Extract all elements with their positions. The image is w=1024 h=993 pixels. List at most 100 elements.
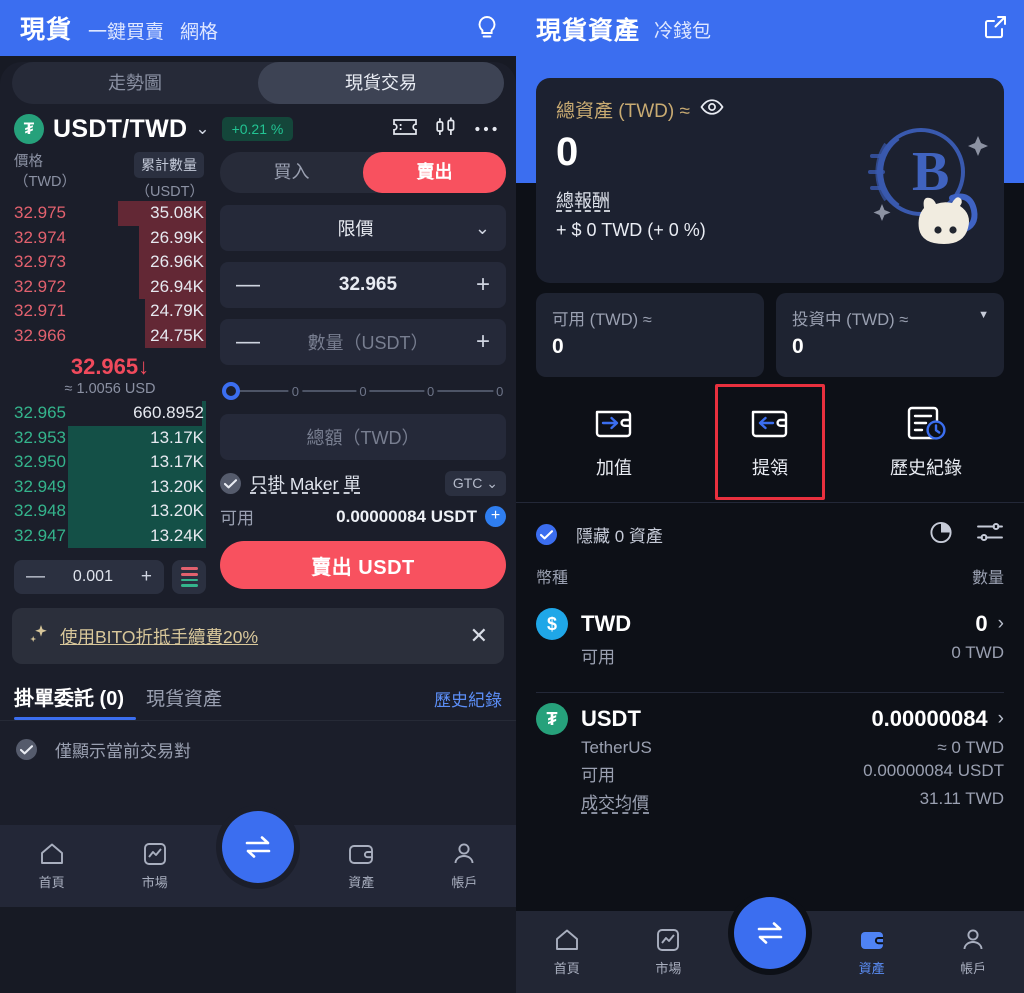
tif-value: GTC (452, 475, 483, 491)
external-link-icon[interactable] (982, 14, 1008, 45)
orderbook-bid-row[interactable]: 32.953 13.17K (14, 425, 206, 450)
orderbook-ask-row[interactable]: 32.975 35.08K (14, 201, 206, 226)
total-placeholder: 總額（TWD） (306, 428, 420, 448)
orderbook-bid-row[interactable]: 32.950 13.17K (14, 450, 206, 475)
orderbook-bid-row[interactable]: 32.947 13.24K (14, 523, 206, 548)
orderbook-ask-row[interactable]: 32.973 26.96K (14, 250, 206, 275)
action-withdraw[interactable]: 提領 (692, 403, 848, 480)
promo-text[interactable]: 使用BITO折抵手續費20% (60, 624, 258, 649)
action-deposit[interactable]: 加值 (536, 403, 692, 480)
chevron-right-icon[interactable]: › (998, 708, 1004, 730)
quantity-plus-button[interactable]: + (476, 330, 490, 354)
slider-tick-100[interactable]: 0 (493, 383, 507, 399)
nav-market[interactable]: 市場 (103, 841, 206, 891)
investing-balance-card[interactable]: 投資中 (TWD) ≈ 0 ▼ (776, 293, 1004, 377)
nav-assets[interactable]: 資產 (821, 928, 923, 977)
slider-tick-25[interactable]: 0 (288, 383, 302, 399)
tab-spot-assets[interactable]: 現貨資產 (146, 684, 222, 720)
orderbook-layout-icon[interactable] (172, 560, 206, 594)
eye-icon[interactable] (700, 98, 724, 121)
filter-sliders-icon[interactable] (976, 521, 1004, 548)
tick-minus[interactable]: — (26, 566, 45, 588)
price-plus-button[interactable]: + (476, 273, 490, 297)
price-change-badge: +0.21 % (221, 117, 294, 141)
nav-home[interactable]: 首頁 (0, 841, 103, 891)
quantity-minus-button[interactable]: — (236, 330, 260, 354)
slider-knob[interactable] (222, 382, 240, 400)
orderbook-bid-row[interactable]: 32.965 660.8952 (14, 401, 206, 426)
orderbook-amount: 35.08K (150, 203, 204, 222)
tick-size-stepper[interactable]: — 0.001 + (14, 560, 164, 594)
lightbulb-icon[interactable] (474, 14, 500, 42)
slider-tick-50[interactable]: 0 (356, 383, 370, 399)
order-type-select[interactable]: 限價 ⌄ (220, 205, 506, 251)
close-icon[interactable]: ✕ (470, 623, 488, 649)
asset-available-value: 0.00000084 USDT (863, 761, 1004, 780)
hide-zero-label: 隱藏 0 資產 (576, 527, 663, 546)
tab-quick-trade[interactable]: 一鍵買賣 (88, 17, 164, 44)
usdt-coin-icon: ₮ (14, 114, 44, 144)
tab-spot[interactable]: 現貨 (20, 10, 72, 46)
time-in-force-select[interactable]: GTC ⌄ (444, 471, 506, 496)
asset-fullname: TetherUS (581, 738, 652, 757)
orderbook-bid-row[interactable]: 32.948 13.20K (14, 499, 206, 524)
orderbook-bid-row[interactable]: 32.949 13.20K (14, 474, 206, 499)
tick-plus[interactable]: + (141, 566, 152, 588)
price-minus-button[interactable]: — (236, 273, 260, 297)
candlestick-icon[interactable] (435, 116, 457, 143)
filter-checkbox[interactable] (16, 739, 37, 760)
right-hero: 總資產 (TWD) ≈ 0 總報酬 + $ 0 TWD (+ 0 %) B (516, 58, 1024, 283)
chevron-down-icon[interactable]: ▼ (978, 309, 989, 321)
chevron-down-icon[interactable]: ⌄ (195, 119, 209, 139)
investing-card-value: 0 (792, 335, 804, 358)
maker-checkbox[interactable] (220, 473, 241, 494)
orderbook-ask-row[interactable]: 32.972 26.94K (14, 274, 206, 299)
buy-tab[interactable]: 買入 (220, 152, 363, 193)
nav-assets[interactable]: 資產 (310, 842, 413, 891)
available-label: 可用 (220, 509, 254, 528)
nav-account[interactable]: 帳戶 (922, 927, 1024, 977)
action-history[interactable]: 歷史紀錄 (848, 403, 1004, 480)
dual-screen-container: 現貨 一鍵買賣 網格 走勢圖 現貨交易 ₮ USDT/TWD ⌄ +0.21 % (0, 0, 1024, 993)
tab-grid[interactable]: 網格 (180, 17, 218, 44)
sell-tab[interactable]: 賣出 (363, 152, 506, 193)
orderbook-ask-row[interactable]: 32.974 26.99K (14, 225, 206, 250)
available-balance-card[interactable]: 可用 (TWD) ≈ 0 (536, 293, 764, 377)
nav-swap-fab[interactable] (222, 811, 294, 883)
segment-chart[interactable]: 走勢圖 (12, 62, 258, 104)
pair-name[interactable]: USDT/TWD (53, 115, 187, 144)
promo-banner[interactable]: 使用BITO折抵手續費20% ✕ (12, 608, 504, 664)
nav-home-label: 首頁 (38, 875, 65, 890)
tab-open-orders[interactable]: 掛單委託 (0) (14, 682, 124, 720)
asset-row-usdt[interactable]: ₮ USDT 0.00000084 › TetherUS ≈ 0 TWD 可用 … (516, 693, 1024, 826)
segment-spot-trade[interactable]: 現貨交易 (258, 62, 504, 104)
price-input[interactable]: — 32.965 + (220, 262, 506, 308)
add-funds-button[interactable]: + (485, 506, 506, 527)
nav-home[interactable]: 首頁 (516, 927, 618, 977)
current-pair-filter[interactable]: 僅顯示當前交易對 (0, 721, 516, 762)
total-input[interactable]: 總額（TWD） (220, 414, 506, 460)
tab-spot-assets-title[interactable]: 現貨資產 (536, 11, 640, 47)
nav-swap-fab[interactable] (734, 897, 806, 969)
tab-cold-wallet[interactable]: 冷錢包 (654, 16, 711, 43)
orderbook-ask-row[interactable]: 32.966 24.75K (14, 323, 206, 348)
nav-account[interactable]: 帳戶 (413, 841, 516, 891)
asset-row-twd[interactable]: $ TWD 0 › 可用 0 TWD (516, 598, 1024, 680)
ticket-icon[interactable] (392, 117, 418, 142)
hide-zero-checkbox[interactable] (536, 524, 557, 545)
more-icon[interactable] (474, 120, 498, 138)
trade-grid: 價格 （TWD） 累計數量 （USDT） 32.975 35.08K 32.974 2… (0, 148, 516, 594)
slider-tick-75[interactable]: 0 (424, 383, 438, 399)
orderbook-price: 32.949 (14, 476, 66, 496)
orderbook-ask-row[interactable]: 32.971 24.79K (14, 299, 206, 324)
orderbook-amount: 26.94K (150, 276, 204, 296)
tab-history[interactable]: 歷史紀錄 (434, 686, 502, 720)
pie-chart-icon[interactable] (928, 519, 954, 550)
submit-sell-button[interactable]: 賣出 USDT (220, 541, 506, 589)
ob-price-label: 價格 (14, 154, 43, 170)
nav-market[interactable]: 市場 (618, 927, 720, 977)
ob-qty-selector[interactable]: 累計數量 (134, 152, 204, 178)
quantity-input[interactable]: — 數量（USDT） + (220, 319, 506, 365)
chevron-right-icon[interactable]: › (998, 613, 1004, 635)
amount-slider[interactable]: 0 0 0 0 (220, 376, 507, 406)
